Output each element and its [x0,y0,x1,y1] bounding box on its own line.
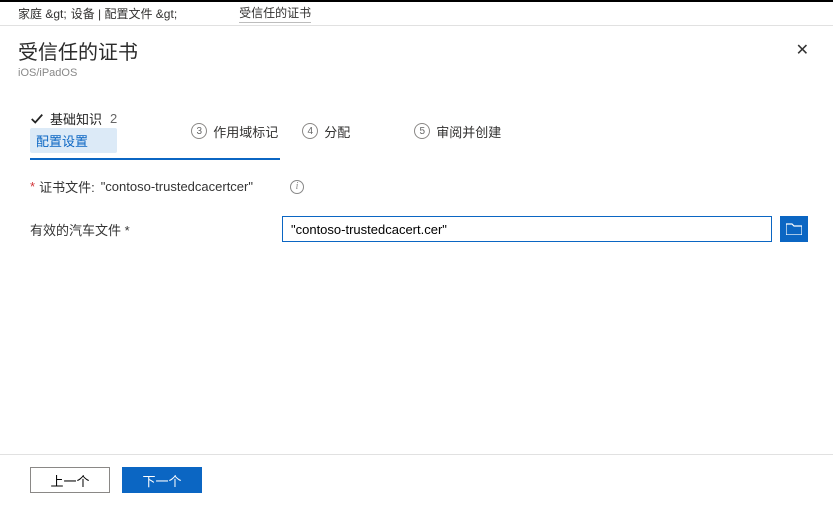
step-scope[interactable]: 3 作用域标记 [191,122,278,141]
crumb-current: 受信任的证书 [239,4,311,23]
browse-button[interactable] [780,216,808,242]
breadcrumb-bar: 家庭 &gt; 设备 | 配置文件 &gt; 受信任的证书 [0,0,833,26]
cert-file-value: "contoso-trustedcacertcer" [101,179,253,194]
folder-icon [786,223,802,235]
cert-file-label: * 证书文件: "contoso-trustedcacertcer" [30,177,282,196]
crumb-home[interactable]: 家庭 &gt; [18,5,67,22]
page-subtitle: iOS/iPadOS [18,67,138,79]
cert-file-label-text: 证书文件: [39,177,95,196]
step-review-label: 审阅并创建 [436,122,501,141]
page-title: 受信任的证书 [18,36,138,65]
file-picker [282,216,808,242]
step-basics[interactable]: 基础知识 2 [30,109,117,128]
step-4-circle: 4 [302,123,318,139]
next-button[interactable]: 下一个 [122,467,202,493]
prev-button[interactable]: 上一个 [30,467,110,493]
step-5-circle: 5 [414,123,430,139]
step-config[interactable]: 配置设置 [30,128,117,153]
step-assign[interactable]: 4 分配 [302,122,350,141]
valid-file-label-text: 有效的汽车文件 * [30,220,130,239]
crumb-devices[interactable]: 设备 | 配置文件 &gt; [71,5,177,22]
cert-file-row: * 证书文件: "contoso-trustedcacertcer" i [30,177,833,196]
panel-header: 受信任的证书 iOS/iPadOS ✕ [0,26,833,79]
file-input[interactable] [282,216,772,242]
form-content: * 证书文件: "contoso-trustedcacertcer" i 有效的… [0,177,833,242]
wizard-steps: 基础知识 2 配置设置 3 作用域标记 4 分配 5 审阅并创建 [0,109,833,153]
valid-file-label: 有效的汽车文件 * [30,220,282,239]
required-asterisk: * [30,179,35,194]
info-icon[interactable]: i [290,180,304,194]
footer-bar: 上一个 下一个 [0,454,833,493]
step-basics-suffix: 2 [110,111,117,126]
step-review[interactable]: 5 审阅并创建 [414,122,501,141]
check-icon [30,112,44,126]
close-button[interactable]: ✕ [790,36,815,64]
valid-file-row: 有效的汽车文件 * [30,216,833,242]
step-3-circle: 3 [191,123,207,139]
step-config-label: 配置设置 [36,131,88,150]
step-assign-label: 分配 [324,122,350,141]
step-scope-label: 作用域标记 [213,122,278,141]
step-underline [30,158,280,160]
step-basics-label: 基础知识 [50,109,102,128]
